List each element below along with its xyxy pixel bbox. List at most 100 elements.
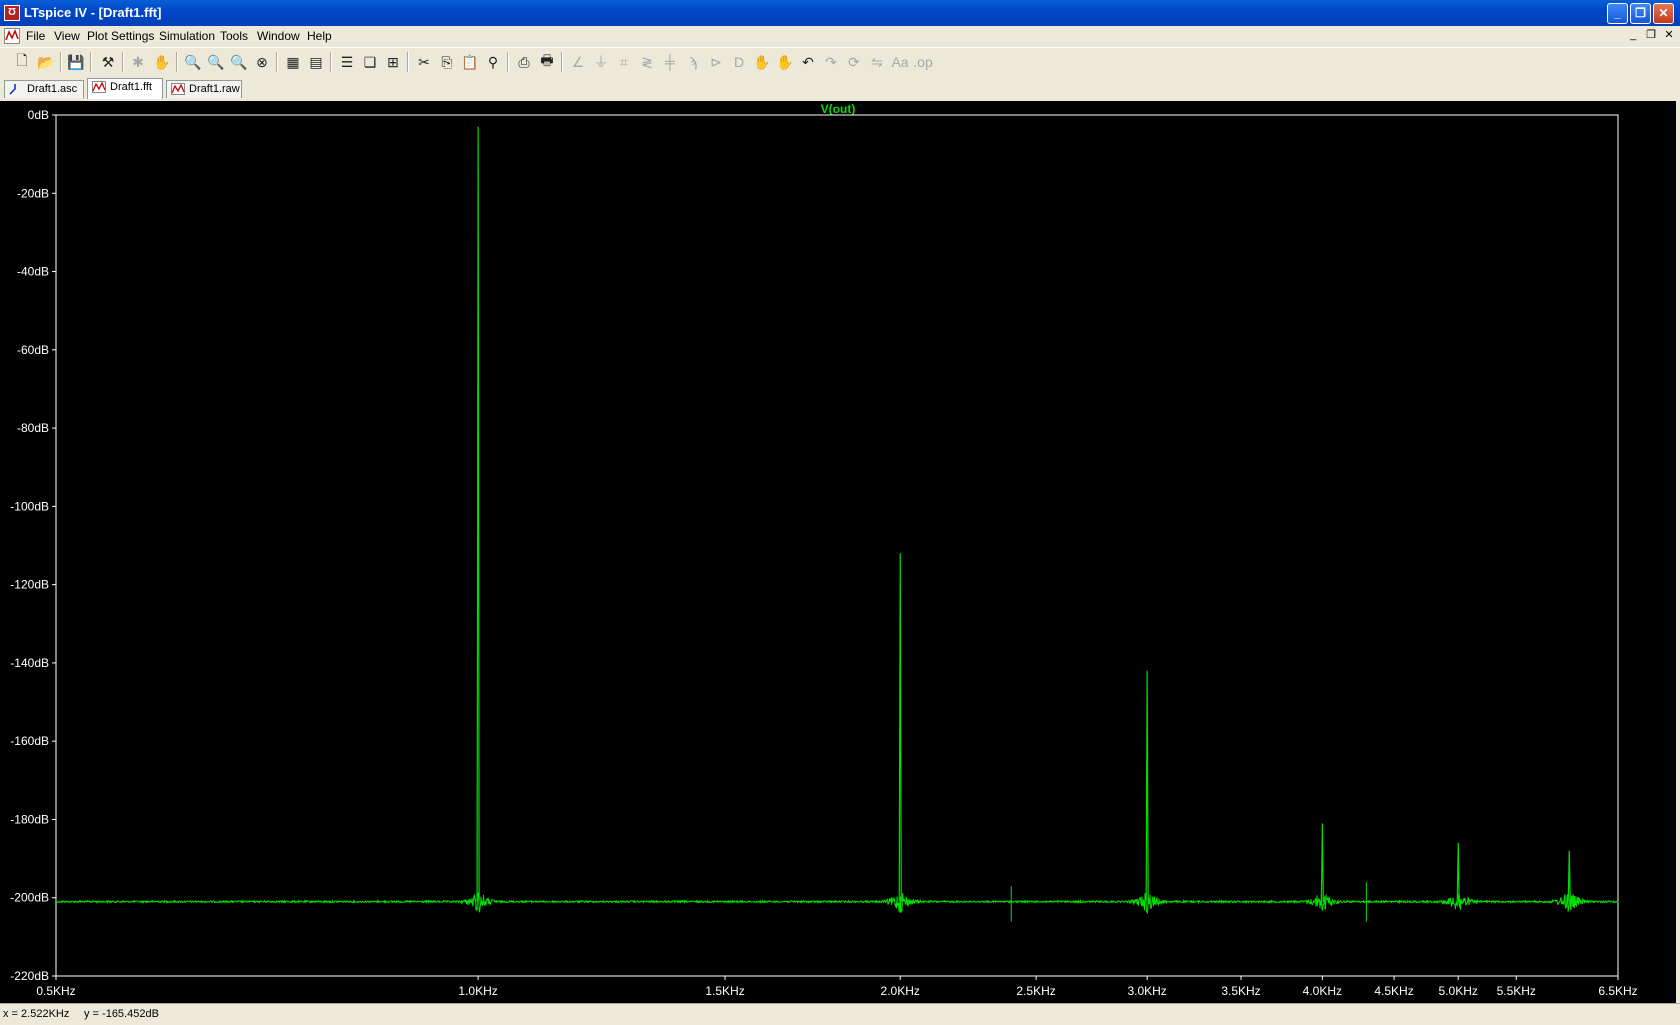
cursor-y-readout: y = -165.452dB: [84, 1008, 159, 1020]
drag-icon[interactable]: ✋: [775, 52, 795, 72]
trace-title[interactable]: V(out): [821, 102, 856, 116]
menu-simulation[interactable]: Simulation: [159, 29, 215, 43]
wire-icon[interactable]: ∠: [568, 52, 588, 72]
y-tick-label: -140dB: [10, 656, 49, 670]
tab-draft1-raw[interactable]: Draft1.raw: [166, 80, 242, 98]
waveform-icon: [92, 81, 106, 93]
toolbar-separator: [330, 52, 332, 72]
x-tick-label: 3.0KHz: [1127, 984, 1166, 998]
y-tick-label: -80dB: [17, 421, 49, 435]
halt-icon[interactable]: ✋: [152, 52, 172, 72]
harmonic-peak[interactable]: [476, 126, 480, 902]
x-tick-label: 5.5KHz: [1497, 984, 1536, 998]
tab-draft1-fft[interactable]: Draft1.fft: [87, 78, 163, 99]
redo-icon[interactable]: ↷: [821, 52, 841, 72]
y-tick-label: -220dB: [10, 969, 49, 983]
restore-button[interactable]: ❐: [1630, 3, 1651, 24]
add-trace-icon[interactable]: ▤: [306, 52, 326, 72]
capacitor-icon[interactable]: ╪: [660, 52, 680, 72]
x-tick-label: 4.5KHz: [1374, 984, 1413, 998]
open-icon[interactable]: 📂: [36, 52, 56, 72]
schematic-icon: [9, 84, 16, 95]
menu-help[interactable]: Help: [307, 29, 332, 43]
harmonic-peak[interactable]: [1567, 850, 1571, 902]
move-icon[interactable]: ✋: [752, 52, 772, 72]
zoom-cancel-icon[interactable]: ⊗: [252, 52, 272, 72]
label-icon[interactable]: ⌗: [614, 52, 634, 72]
autorange-icon[interactable]: ▦: [283, 52, 303, 72]
toolbar-separator: [561, 52, 563, 72]
mdi-close-icon[interactable]: ✕: [1662, 29, 1676, 43]
restore-icon: ❐: [1635, 6, 1646, 20]
zoom-area-icon[interactable]: 🔍: [206, 52, 226, 72]
zoom-in-icon[interactable]: 🔍: [183, 52, 203, 72]
y-tick-label: -100dB: [10, 499, 49, 513]
toolbar-separator: [407, 52, 409, 72]
text-icon[interactable]: Aa: [890, 52, 910, 72]
harmonic-peak[interactable]: [898, 553, 902, 902]
inductor-icon[interactable]: ϡ: [683, 52, 703, 72]
print-preview-icon[interactable]: ⎙: [514, 52, 534, 72]
x-tick-label: 5.0KHz: [1439, 984, 1478, 998]
save-icon[interactable]: 💾: [66, 52, 86, 72]
tile-icon[interactable]: ⊞: [383, 52, 403, 72]
print-icon[interactable]: 🖶: [537, 52, 557, 72]
spice-directive-icon[interactable]: .op: [913, 52, 933, 72]
close-button[interactable]: ✕: [1653, 3, 1674, 24]
paste-icon[interactable]: 📋: [460, 52, 480, 72]
window-title: LTspice IV - [Draft1.fft]: [24, 5, 162, 20]
status-bar: x = 2.522KHz y = -165.452dB: [0, 1003, 1680, 1025]
y-tick-label: 0dB: [28, 108, 49, 122]
y-tick-label: -200dB: [10, 891, 49, 905]
close-icon: ✕: [1658, 6, 1669, 20]
minimize-button[interactable]: _: [1607, 3, 1628, 24]
plot-window[interactable]: V(out) 0dB -20dB -40dB -60dB -80dB -100dB -120…: [0, 101, 1676, 1003]
diode-icon[interactable]: ⊳: [706, 52, 726, 72]
tab-label: Draft1.raw: [189, 83, 240, 95]
harmonic-peak[interactable]: [1145, 670, 1149, 902]
new-schematic-icon[interactable]: 🗋: [12, 52, 32, 72]
document-tabs: Draft1.asc Draft1.fft Draft1.raw: [0, 76, 1680, 100]
toolbar-separator: [122, 52, 124, 72]
fft-plot[interactable]: V(out) 0dB -20dB -40dB -60dB -80dB -100dB -120…: [0, 101, 1676, 1003]
harmonic-peak[interactable]: [1320, 823, 1324, 902]
menu-file[interactable]: File: [26, 29, 45, 43]
y-tick-label: -120dB: [10, 578, 49, 592]
waveform-doc-icon[interactable]: [4, 28, 20, 44]
menu-plot-settings[interactable]: Plot Settings: [87, 29, 154, 43]
toolbar-separator: [60, 52, 62, 72]
tile-horizontal-icon[interactable]: ☰: [337, 52, 357, 72]
zoom-out-icon[interactable]: 🔍: [229, 52, 249, 72]
ground-icon[interactable]: ⏚: [591, 52, 611, 72]
cursor-x-readout: x = 2.522KHz: [3, 1008, 70, 1020]
tab-label: Draft1.asc: [27, 83, 78, 95]
cascade-icon[interactable]: ❏: [360, 52, 380, 72]
y-axis[interactable]: 0dB -20dB -40dB -60dB -80dB -100dB -120dB -140d…: [10, 108, 56, 983]
mdi-restore-icon[interactable]: ❐: [1644, 29, 1658, 43]
trace-noise-floor[interactable]: [55, 892, 1619, 915]
mirror-icon[interactable]: ⇋: [867, 52, 887, 72]
rotate-icon[interactable]: ⟳: [844, 52, 864, 72]
y-tick-label: -60dB: [17, 343, 49, 357]
control-panel-icon[interactable]: ⚒: [98, 52, 118, 72]
undo-icon[interactable]: ↶: [798, 52, 818, 72]
ltspice-app-icon[interactable]: Ʊ: [4, 5, 20, 21]
mdi-minimize-icon[interactable]: _: [1626, 29, 1640, 43]
resistor-icon[interactable]: ≷: [637, 52, 657, 72]
x-axis[interactable]: 0.5KHz 1.0KHz 1.5KHz 2.0KHz 2.5KHz 3.0KHz 3.5K…: [36, 976, 1638, 998]
copy-icon[interactable]: ⎘: [437, 52, 457, 72]
toolbar: 🗋 📂 💾 ⚒ ✱ ✋ 🔍 🔍 🔍 ⊗ ▦ ▤ ☰ ❏ ⊞ ✂ ⎘ 📋 ⚲ ⎙ …: [0, 47, 1680, 77]
menu-window[interactable]: Window: [257, 29, 300, 43]
find-icon[interactable]: ⚲: [483, 52, 503, 72]
run-icon[interactable]: ✱: [128, 52, 148, 72]
y-tick-label: -180dB: [10, 812, 49, 826]
x-tick-label: 1.0KHz: [458, 984, 497, 998]
cut-icon[interactable]: ✂: [414, 52, 434, 72]
harmonic-peak[interactable]: [1456, 842, 1460, 902]
menu-view[interactable]: View: [54, 29, 80, 43]
menu-tools[interactable]: Tools: [220, 29, 248, 43]
plot-frame: [55, 114, 1619, 977]
tab-draft1-asc[interactable]: Draft1.asc: [4, 80, 84, 98]
component-icon[interactable]: D: [729, 52, 749, 72]
y-tick-label: -40dB: [17, 265, 49, 279]
